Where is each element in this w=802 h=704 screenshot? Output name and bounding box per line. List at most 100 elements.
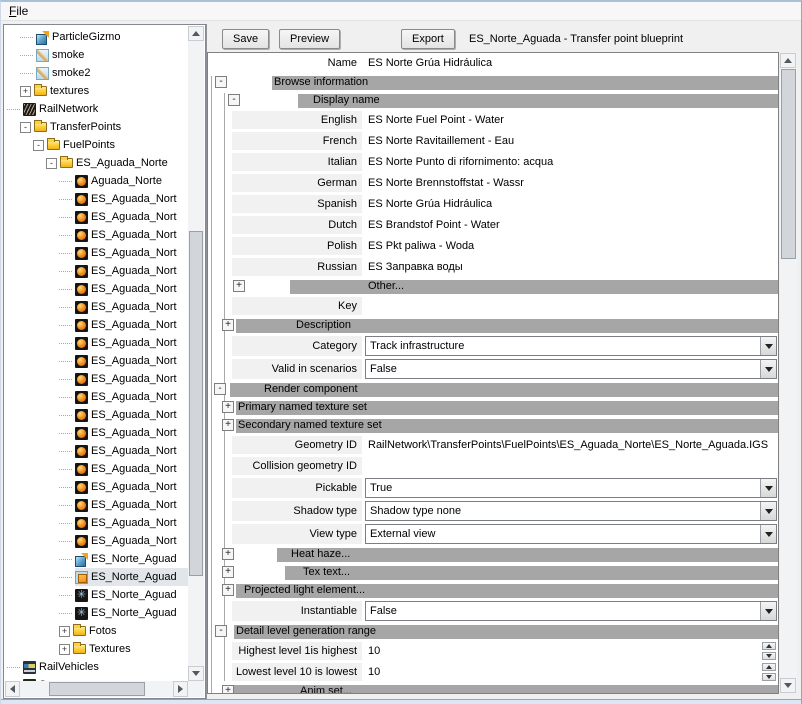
scroll-down-button[interactable] xyxy=(780,678,796,693)
collapse-icon[interactable]: - xyxy=(215,76,227,88)
tree-item-es-aguada-nort[interactable]: ES_Aguada_Nort xyxy=(5,190,188,208)
russian-value[interactable]: ES Заправка воды xyxy=(365,258,777,276)
tree-item-fotos[interactable]: +Fotos xyxy=(5,622,188,640)
tree-item-smoke2[interactable]: smoke2 xyxy=(5,64,188,82)
scroll-thumb[interactable] xyxy=(781,69,796,259)
highest-level-1is-highest-value[interactable]: 10 xyxy=(365,642,777,660)
polish-value[interactable]: ES Pkt paliwa - Woda xyxy=(365,237,777,255)
dropdown-arrow-button[interactable] xyxy=(760,502,776,520)
collapse-icon[interactable]: - xyxy=(214,383,226,395)
tree-item-es-aguada-nort[interactable]: ES_Aguada_Nort xyxy=(5,316,188,334)
tree-item-aguada-norte[interactable]: Aguada_Norte xyxy=(5,172,188,190)
spinner-up-button[interactable] xyxy=(762,663,776,671)
tree-item-smoke[interactable]: smoke xyxy=(5,46,188,64)
expand-icon[interactable]: + xyxy=(233,280,245,292)
expand-icon[interactable]: + xyxy=(222,319,234,331)
tree-item-es-aguada-nort[interactable]: ES_Aguada_Nort xyxy=(5,460,188,478)
tree-item-fuelpoints[interactable]: -FuelPoints xyxy=(5,136,188,154)
tree-item-es-aguada-nort[interactable]: ES_Aguada_Nort xyxy=(5,424,188,442)
scroll-right-button[interactable] xyxy=(173,681,188,697)
tree-item-es-aguada-nort[interactable]: ES_Aguada_Nort xyxy=(5,334,188,352)
dutch-value[interactable]: ES Brandstof Point - Water xyxy=(365,216,777,234)
scroll-up-button[interactable] xyxy=(188,26,204,41)
tree-item-es-aguada-nort[interactable]: ES_Aguada_Nort xyxy=(5,208,188,226)
tree-item-es-aguada-nort[interactable]: ES_Aguada_Nort xyxy=(5,406,188,424)
tree-item-es-norte-aguad[interactable]: ES_Norte_Aguad xyxy=(5,604,188,622)
scroll-thumb[interactable] xyxy=(189,231,203,576)
spanish-value[interactable]: ES Norte Grúa Hidráulica xyxy=(365,195,777,213)
dropdown-arrow-button[interactable] xyxy=(760,479,776,497)
shadow-type-dropdown[interactable]: Shadow type none xyxy=(365,501,777,521)
dropdown-arrow-button[interactable] xyxy=(760,360,776,378)
tree-item-textures[interactable]: +textures xyxy=(5,82,188,100)
dropdown-arrow-button[interactable] xyxy=(760,525,776,543)
tree-item-railnetwork[interactable]: RailNetwork xyxy=(5,100,188,118)
expand-icon[interactable]: + xyxy=(222,401,234,413)
expand-icon[interactable]: + xyxy=(222,566,234,578)
key-value[interactable] xyxy=(365,297,777,315)
italian-value[interactable]: ES Norte Punto di rifornimento: acqua xyxy=(365,153,777,171)
lowest-level-10-is-lowest-value[interactable]: 10 xyxy=(365,663,777,681)
tree-item-es-aguada-nort[interactable]: ES_Aguada_Nort xyxy=(5,226,188,244)
tree-item-es-norte-aguad[interactable]: ES_Norte_Aguad xyxy=(5,568,188,586)
pickable-dropdown[interactable]: True xyxy=(365,478,777,498)
tree-item-es-aguada-nort[interactable]: ES_Aguada_Nort xyxy=(5,514,188,532)
expand-icon[interactable]: + xyxy=(59,626,70,637)
collapse-icon[interactable]: - xyxy=(215,625,227,637)
collision-geometry-id-value[interactable] xyxy=(365,457,777,475)
english-value[interactable]: ES Norte Fuel Point - Water xyxy=(365,111,777,129)
instantiable-dropdown[interactable]: False xyxy=(365,601,777,621)
valid-in-scenarios-dropdown[interactable]: False xyxy=(365,359,777,379)
dropdown-arrow-button[interactable] xyxy=(760,337,776,355)
scroll-down-button[interactable] xyxy=(188,666,204,681)
scroll-up-button[interactable] xyxy=(780,53,796,68)
tree-item-es-norte-aguad[interactable]: ES_Norte_Aguad xyxy=(5,550,188,568)
save-button[interactable]: Save xyxy=(222,29,269,49)
tree-item-particlegizmo[interactable]: ParticleGizmo xyxy=(5,28,188,46)
tree-item-es-aguada-nort[interactable]: ES_Aguada_Nort xyxy=(5,532,188,550)
tree-item-es-aguada-nort[interactable]: ES_Aguada_Nort xyxy=(5,262,188,280)
expand-icon[interactable]: + xyxy=(222,419,234,431)
expand-icon[interactable]: + xyxy=(20,86,31,97)
spinner-up-button[interactable] xyxy=(762,642,776,650)
tree-item-es-aguada-nort[interactable]: ES_Aguada_Nort xyxy=(5,298,188,316)
tree-item-es-aguada-norte[interactable]: -ES_Aguada_Norte xyxy=(5,154,188,172)
tree-item-railvehicles[interactable]: RailVehicles xyxy=(5,658,188,676)
tree-item-es-aguada-nort[interactable]: ES_Aguada_Nort xyxy=(5,244,188,262)
spinner-down-button[interactable] xyxy=(762,673,776,681)
tree-item-transferpoints[interactable]: -TransferPoints xyxy=(5,118,188,136)
expand-icon[interactable]: + xyxy=(222,548,234,560)
collapse-icon[interactable]: - xyxy=(20,122,31,133)
tree-item-es-aguada-nort[interactable]: ES_Aguada_Nort xyxy=(5,388,188,406)
tree-item-es-aguada-nort[interactable]: ES_Aguada_Nort xyxy=(5,280,188,298)
dropdown-arrow-button[interactable] xyxy=(760,602,776,620)
tree-item-es-aguada-nort[interactable]: ES_Aguada_Nort xyxy=(5,442,188,460)
expand-icon[interactable]: + xyxy=(59,644,70,655)
menu-file[interactable]: File xyxy=(1,2,36,20)
tree-item-es-aguada-nort[interactable]: ES_Aguada_Nort xyxy=(5,370,188,388)
tree-item-textures[interactable]: +Textures xyxy=(5,640,188,658)
tree-item-es-aguada-nort[interactable]: ES_Aguada_Nort xyxy=(5,478,188,496)
tree-item-es-norte-aguad[interactable]: ES_Norte_Aguad xyxy=(5,586,188,604)
view-type-dropdown[interactable]: External view xyxy=(365,524,777,544)
category-dropdown[interactable]: Track infrastructure xyxy=(365,336,777,356)
tree-horizontal-scrollbar[interactable] xyxy=(5,681,188,697)
tree-item-es-aguada-nort[interactable]: ES_Aguada_Nort xyxy=(5,352,188,370)
geometry-id-value[interactable]: RailNetwork\TransferPoints\FuelPoints\ES… xyxy=(365,436,777,454)
preview-button[interactable]: Preview xyxy=(279,29,340,49)
expand-icon[interactable]: + xyxy=(222,584,234,596)
scroll-thumb[interactable] xyxy=(49,682,145,696)
french-value[interactable]: ES Norte Ravitaillement - Eau xyxy=(365,132,777,150)
collapse-icon[interactable]: - xyxy=(33,140,44,151)
scroll-left-button[interactable] xyxy=(5,681,20,697)
collapse-icon[interactable]: - xyxy=(228,94,240,106)
german-value[interactable]: ES Norte Brennstoffstat - Wassr xyxy=(365,174,777,192)
expand-icon[interactable]: + xyxy=(222,685,234,694)
collapse-icon[interactable]: - xyxy=(46,158,57,169)
name-value[interactable]: ES Norte Grúa Hidráulica xyxy=(365,54,777,72)
tree-vertical-scrollbar[interactable] xyxy=(188,26,204,681)
export-button[interactable]: Export xyxy=(401,29,455,49)
properties-scrollbar[interactable] xyxy=(780,53,797,693)
spinner-down-button[interactable] xyxy=(762,652,776,660)
tree-item-es-aguada-nort[interactable]: ES_Aguada_Nort xyxy=(5,496,188,514)
